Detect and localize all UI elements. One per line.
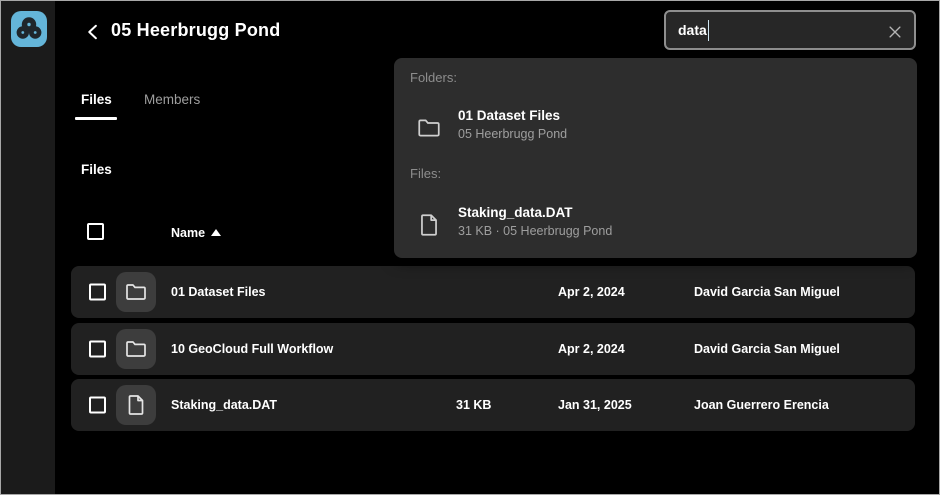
folder-icon: [124, 280, 148, 304]
file-icon: [416, 212, 442, 238]
row-icon-container: [116, 385, 156, 425]
row-date: Jan 31, 2025: [558, 398, 632, 412]
row-date: Apr 2, 2024: [558, 285, 625, 299]
column-header-name[interactable]: Name: [171, 226, 205, 240]
search-input[interactable]: data: [664, 10, 916, 50]
table-row[interactable]: 10 GeoCloud Full Workflow Apr 2, 2024 Da…: [71, 323, 915, 375]
file-icon: [124, 393, 148, 417]
folder-icon: [416, 115, 442, 141]
select-all-checkbox[interactable]: [87, 223, 104, 240]
result-folder-location: 05 Heerbrugg Pond: [458, 127, 567, 141]
row-size: 31 KB: [456, 398, 491, 412]
result-folder-name: 01 Dataset Files: [458, 108, 560, 123]
row-icon-container: [116, 329, 156, 369]
row-checkbox[interactable]: [89, 397, 106, 414]
row-date: Apr 2, 2024: [558, 342, 625, 356]
search-result-folder[interactable]: 01 Dataset Files 05 Heerbrugg Pond: [394, 106, 917, 150]
row-checkbox[interactable]: [89, 341, 106, 358]
files-section-title: Files: [81, 162, 112, 177]
row-checkbox[interactable]: [89, 284, 106, 301]
sort-ascending-icon[interactable]: [211, 229, 221, 236]
table-row[interactable]: 01 Dataset Files Apr 2, 2024 David Garci…: [71, 266, 915, 318]
tab-files[interactable]: Files: [81, 92, 112, 107]
search-result-file[interactable]: Staking_data.DAT 31 KB · 05 Heerbrugg Po…: [394, 203, 917, 247]
app-window: 05 Heerbrugg Pond data Folders: 01 Datas…: [0, 0, 940, 495]
row-icon-container: [116, 272, 156, 312]
back-button[interactable]: [83, 22, 103, 42]
row-owner: David Garcia San Miguel: [694, 285, 840, 299]
page-title: 05 Heerbrugg Pond: [111, 20, 280, 41]
sidebar: [1, 1, 55, 494]
search-results-dropdown: Folders: 01 Dataset Files 05 Heerbrugg P…: [394, 58, 917, 258]
search-value: data: [678, 22, 707, 38]
text-caret: [708, 20, 710, 41]
row-name: 01 Dataset Files: [171, 285, 266, 299]
row-name: Staking_data.DAT: [171, 398, 277, 412]
row-owner: Joan Guerrero Erencia: [694, 398, 829, 412]
clear-search-icon[interactable]: [886, 23, 904, 41]
folder-icon: [124, 337, 148, 361]
files-section-label: Files:: [410, 166, 441, 181]
active-tab-indicator: [75, 117, 117, 120]
result-file-meta: 31 KB · 05 Heerbrugg Pond: [458, 224, 612, 238]
result-file-name: Staking_data.DAT: [458, 205, 573, 220]
geocloud-logo-icon[interactable]: [11, 11, 47, 47]
table-row[interactable]: Staking_data.DAT 31 KB Jan 31, 2025 Joan…: [71, 379, 915, 431]
tab-members[interactable]: Members: [144, 92, 200, 107]
folders-section-label: Folders:: [410, 70, 457, 85]
row-name: 10 GeoCloud Full Workflow: [171, 342, 333, 356]
row-owner: David Garcia San Miguel: [694, 342, 840, 356]
